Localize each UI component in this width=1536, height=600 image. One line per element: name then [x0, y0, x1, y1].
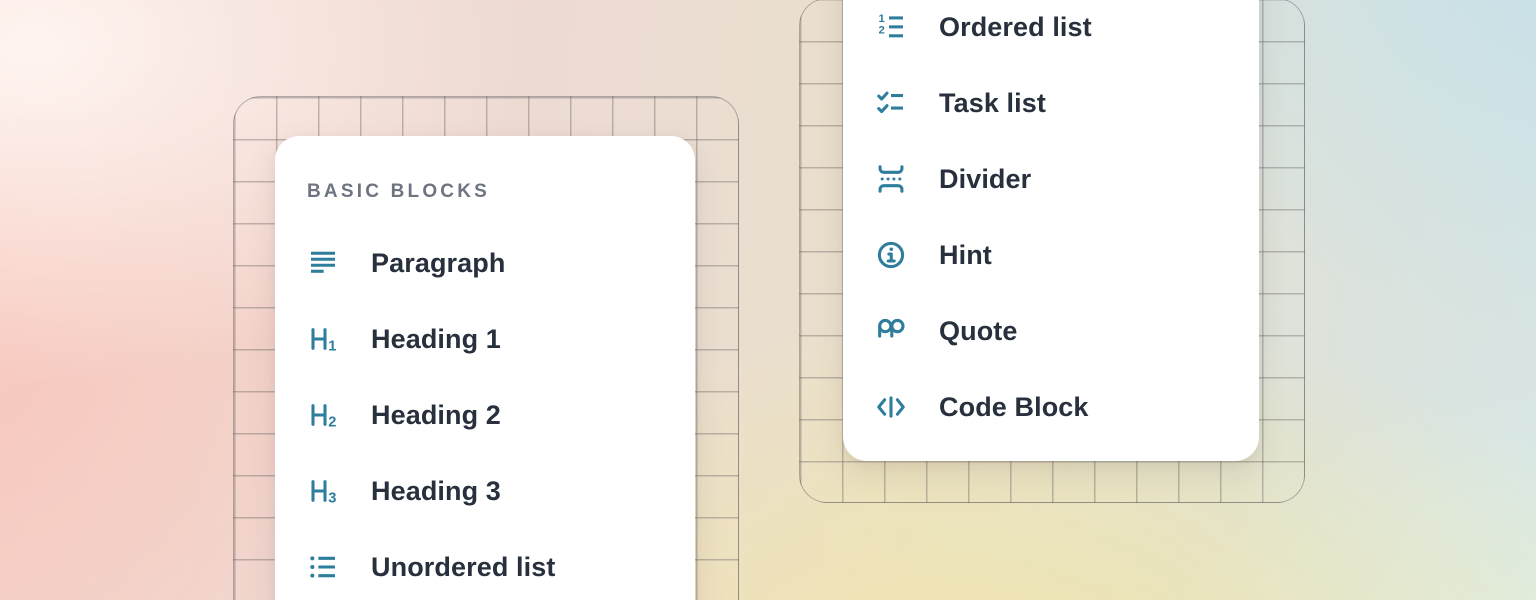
menu-item-label: Task list — [939, 88, 1046, 119]
svg-text:1: 1 — [879, 13, 885, 25]
heading-3-icon: 3 — [307, 475, 339, 507]
svg-text:2: 2 — [879, 24, 885, 36]
blocks-menu-card: 1 2 Ordered list Task list — [843, 0, 1259, 461]
unordered-list-icon — [307, 551, 339, 583]
menu-item-label: Paragraph — [371, 248, 505, 279]
svg-text:3: 3 — [328, 490, 336, 506]
menu-item-label: Ordered list — [939, 12, 1092, 43]
task-list-icon — [875, 87, 907, 119]
menu-item-label: Unordered list — [371, 552, 555, 583]
menu-item-unordered-list[interactable]: Unordered list — [307, 529, 675, 600]
background-gradient: BASIC BLOCKS Paragraph 1 Heading 1 — [0, 0, 1536, 600]
menu-item-label: Heading 1 — [371, 324, 501, 355]
menu-item-label: Heading 2 — [371, 400, 501, 431]
menu-item-divider[interactable]: Divider — [875, 141, 1239, 217]
menu-item-label: Hint — [939, 240, 992, 271]
svg-text:1: 1 — [328, 338, 336, 354]
menu-item-hint[interactable]: Hint — [875, 217, 1239, 293]
heading-2-icon: 2 — [307, 399, 339, 431]
menu-item-quote[interactable]: Quote — [875, 293, 1239, 369]
heading-1-icon: 1 — [307, 323, 339, 355]
menu-item-label: Quote — [939, 316, 1018, 347]
ordered-list-icon: 1 2 — [875, 11, 907, 43]
menu-item-paragraph[interactable]: Paragraph — [307, 225, 675, 301]
section-title: BASIC BLOCKS — [307, 180, 490, 204]
menu-item-label: Heading 3 — [371, 476, 501, 507]
hint-icon — [875, 239, 907, 271]
menu-item-code-block[interactable]: Code Block — [875, 369, 1239, 445]
menu-item-ordered-list[interactable]: 1 2 Ordered list — [875, 0, 1239, 65]
menu-item-label: Divider — [939, 164, 1031, 195]
quote-icon — [875, 315, 907, 347]
paragraph-icon — [307, 247, 339, 279]
menu-item-label: Code Block — [939, 392, 1089, 423]
menu-item-heading-3[interactable]: 3 Heading 3 — [307, 453, 675, 529]
basic-blocks-menu-card: BASIC BLOCKS Paragraph 1 Heading 1 — [275, 136, 695, 600]
divider-icon — [875, 163, 907, 195]
svg-text:2: 2 — [328, 414, 336, 430]
menu-item-heading-2[interactable]: 2 Heading 2 — [307, 377, 675, 453]
code-block-icon — [875, 391, 907, 423]
menu-item-heading-1[interactable]: 1 Heading 1 — [307, 301, 675, 377]
menu-item-task-list[interactable]: Task list — [875, 65, 1239, 141]
